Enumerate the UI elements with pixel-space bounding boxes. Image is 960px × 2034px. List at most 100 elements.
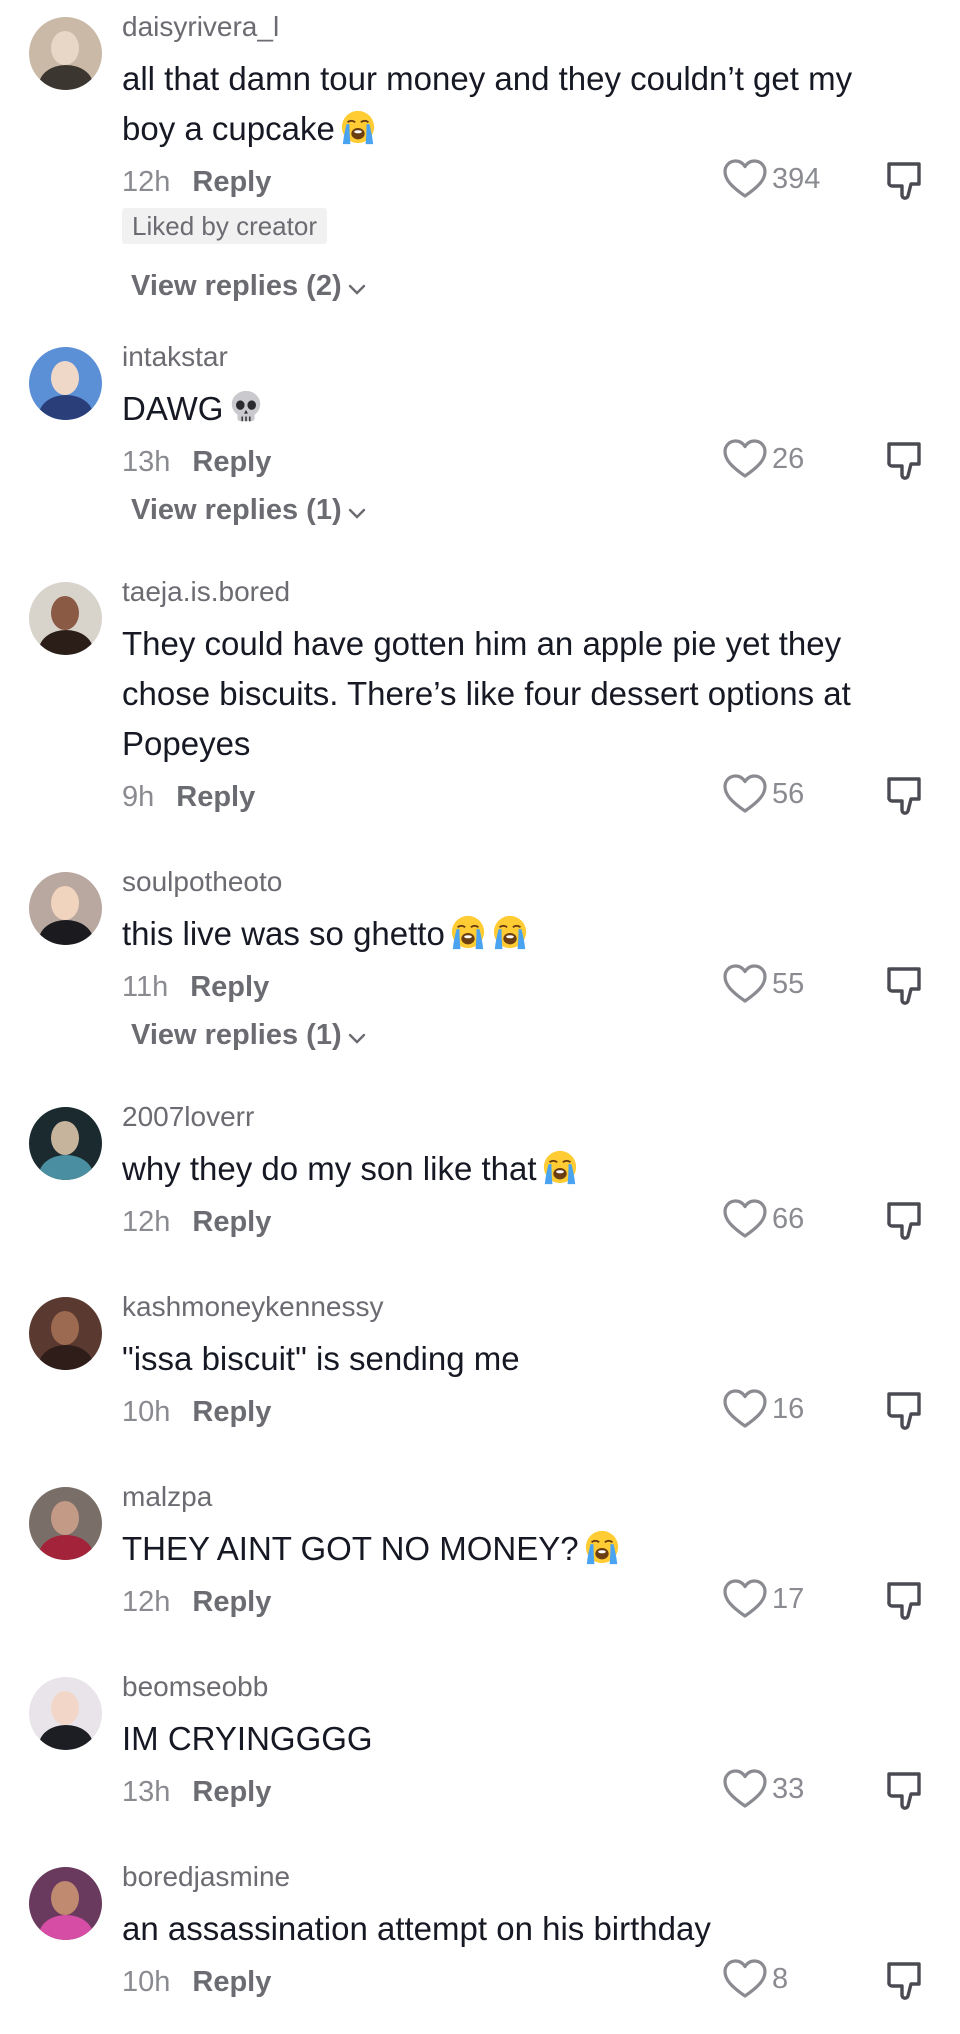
like-count: 66 [772,1203,805,1235]
heart-icon [723,1199,767,1238]
dislike-button[interactable] [884,773,928,817]
avatar[interactable] [29,1297,102,1370]
like-button[interactable]: 66 [722,1198,804,1240]
avatar-face [51,31,79,65]
comment-username[interactable]: malzpa [122,1478,212,1516]
heart-icon [723,1579,767,1618]
avatar-body [39,1345,93,1370]
dislike-button[interactable] [884,1198,928,1242]
comment-text: THEY AINT GOT NO MONEY? [122,1524,882,1574]
comment-text-body: DAWG [122,390,224,427]
loudly-crying-emoji-icon [543,1150,576,1185]
comment-username[interactable]: soulpotheoto [122,863,282,901]
comment-time: 12h [122,166,171,198]
dislike-button[interactable] [884,1958,928,2002]
reply-button[interactable]: Reply [192,1396,271,1428]
heart-icon [723,1389,767,1428]
avatar[interactable] [29,1107,102,1180]
reply-button[interactable]: Reply [192,1966,271,1998]
view-replies-label: View replies (2) [131,270,342,302]
avatar[interactable] [29,1487,102,1560]
comment-username[interactable]: kashmoneykennessy [122,1288,383,1326]
comment-meta: 13h Reply [122,1772,271,1812]
avatar[interactable] [29,1677,102,1750]
view-replies-label: View replies (1) [131,1019,342,1051]
comment-text: all that damn tour money and they couldn… [122,54,882,154]
reply-button[interactable]: Reply [176,781,255,813]
comment-time: 12h [122,1586,171,1618]
avatar[interactable] [29,17,102,90]
heart-icon [723,1769,767,1808]
comment-username[interactable]: boredjasmine [122,1858,290,1896]
skull-emoji-icon [232,390,261,422]
dislike-button[interactable] [884,158,928,202]
avatar-face [51,596,79,630]
thumbs-down-icon [884,442,928,486]
thumbs-down-icon [884,1772,928,1816]
like-count: 55 [772,968,805,1000]
comment-username[interactable]: beomseobb [122,1668,268,1706]
avatar[interactable] [29,1867,102,1940]
reply-button[interactable]: Reply [192,1206,271,1238]
like-button[interactable]: 394 [722,158,820,200]
dislike-button[interactable] [884,438,928,482]
reply-button[interactable]: Reply [190,971,269,1003]
view-replies-button[interactable]: View replies (2) [131,266,366,306]
comment-meta: 12h Reply [122,1202,271,1242]
chevron-down-icon [348,508,365,519]
like-count: 16 [772,1393,805,1425]
like-button[interactable]: 16 [722,1388,804,1430]
avatar-face [51,1311,79,1345]
avatar-body [39,1915,93,1940]
comment-time: 12h [122,1206,171,1238]
comment-text: "issa biscuit" is sending me [122,1334,882,1384]
comment-text-body: why they do my son like that [122,1150,537,1187]
reply-button[interactable]: Reply [192,1776,271,1808]
comment-time: 9h [122,781,155,813]
avatar[interactable] [29,347,102,420]
comment-username[interactable]: taeja.is.bored [122,573,290,611]
liked-by-creator-badge: Liked by creator [122,208,327,244]
comment-meta: 10h Reply [122,1962,271,2002]
heart-icon [723,964,767,1003]
loudly-crying-emoji-icon [451,915,484,950]
reply-button[interactable]: Reply [192,166,271,198]
view-replies-button[interactable]: View replies (1) [131,1015,366,1055]
comment-time: 11h [122,971,169,1003]
avatar[interactable] [29,872,102,945]
dislike-button[interactable] [884,1578,928,1622]
like-count: 8 [772,1963,789,1995]
comment-username[interactable]: intakstar [122,338,228,376]
dislike-button[interactable] [884,963,928,1007]
comment-text-body: They could have gotten him an apple pie … [122,625,851,762]
reply-button[interactable]: Reply [192,446,271,478]
comment-list: daisyrivera_lall that damn tour money an… [0,0,960,2034]
thumbs-down-icon [884,1962,928,2006]
comment-text-body: all that damn tour money and they couldn… [122,60,853,147]
like-button[interactable]: 55 [722,963,804,1005]
comment-meta: 9h Reply [122,777,255,817]
like-count: 394 [772,163,821,195]
comment-text-body: "issa biscuit" is sending me [122,1340,520,1377]
dislike-button[interactable] [884,1768,928,1812]
like-button[interactable]: 8 [722,1958,788,2000]
like-button[interactable]: 26 [722,438,804,480]
heart-icon [723,159,767,198]
thumbs-down-icon [884,1392,928,1436]
comment-username[interactable]: daisyrivera_l [122,8,279,46]
avatar[interactable] [29,582,102,655]
chevron-down-icon [348,284,365,295]
like-count: 26 [772,443,805,475]
avatar-body [39,1155,93,1180]
heart-icon [723,1959,767,1998]
reply-button[interactable]: Reply [192,1586,271,1618]
like-button[interactable]: 17 [722,1578,804,1620]
comment-username[interactable]: 2007loverr [122,1098,254,1136]
like-button[interactable]: 33 [722,1768,804,1810]
dislike-button[interactable] [884,1388,928,1432]
thumbs-down-icon [884,1582,928,1626]
view-replies-button[interactable]: View replies (1) [131,490,366,530]
like-button[interactable]: 56 [722,773,804,815]
avatar-face [51,1691,79,1725]
loudly-crying-emoji-icon [341,110,374,145]
